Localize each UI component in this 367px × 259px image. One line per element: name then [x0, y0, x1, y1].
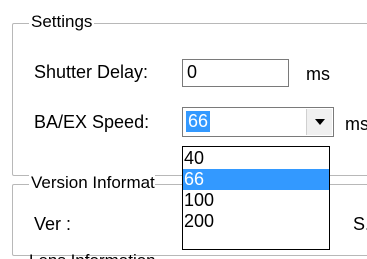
ba-ex-speed-dropdown-button[interactable] — [306, 109, 332, 135]
ba-ex-speed-selected-value: 66 — [186, 111, 211, 132]
lens-info-group-title: Lens Information — [29, 252, 156, 259]
ba-ex-speed-dropdown-list[interactable]: 40 66 100 200 — [182, 146, 330, 250]
ver-label: Ver : — [34, 214, 72, 234]
settings-group-title: Settings — [29, 12, 95, 31]
dropdown-option-40[interactable]: 40 — [183, 148, 329, 169]
shutter-delay-input[interactable]: 0 — [182, 59, 289, 87]
ba-ex-speed-label: BA/EX Speed: — [34, 112, 150, 132]
dropdown-option-200[interactable]: 200 — [183, 211, 329, 232]
dropdown-option-100[interactable]: 100 — [183, 190, 329, 211]
dropdown-option-66[interactable]: 66 — [183, 169, 329, 190]
chevron-down-icon — [315, 119, 325, 125]
ba-ex-speed-unit: ms — [345, 114, 367, 134]
version-right-label: S. — [353, 214, 367, 234]
ba-ex-speed-select[interactable]: 66 — [182, 107, 334, 137]
shutter-delay-unit: ms — [306, 64, 330, 84]
version-group-title: Version Informat — [29, 173, 155, 192]
shutter-delay-label: Shutter Delay: — [34, 62, 149, 82]
